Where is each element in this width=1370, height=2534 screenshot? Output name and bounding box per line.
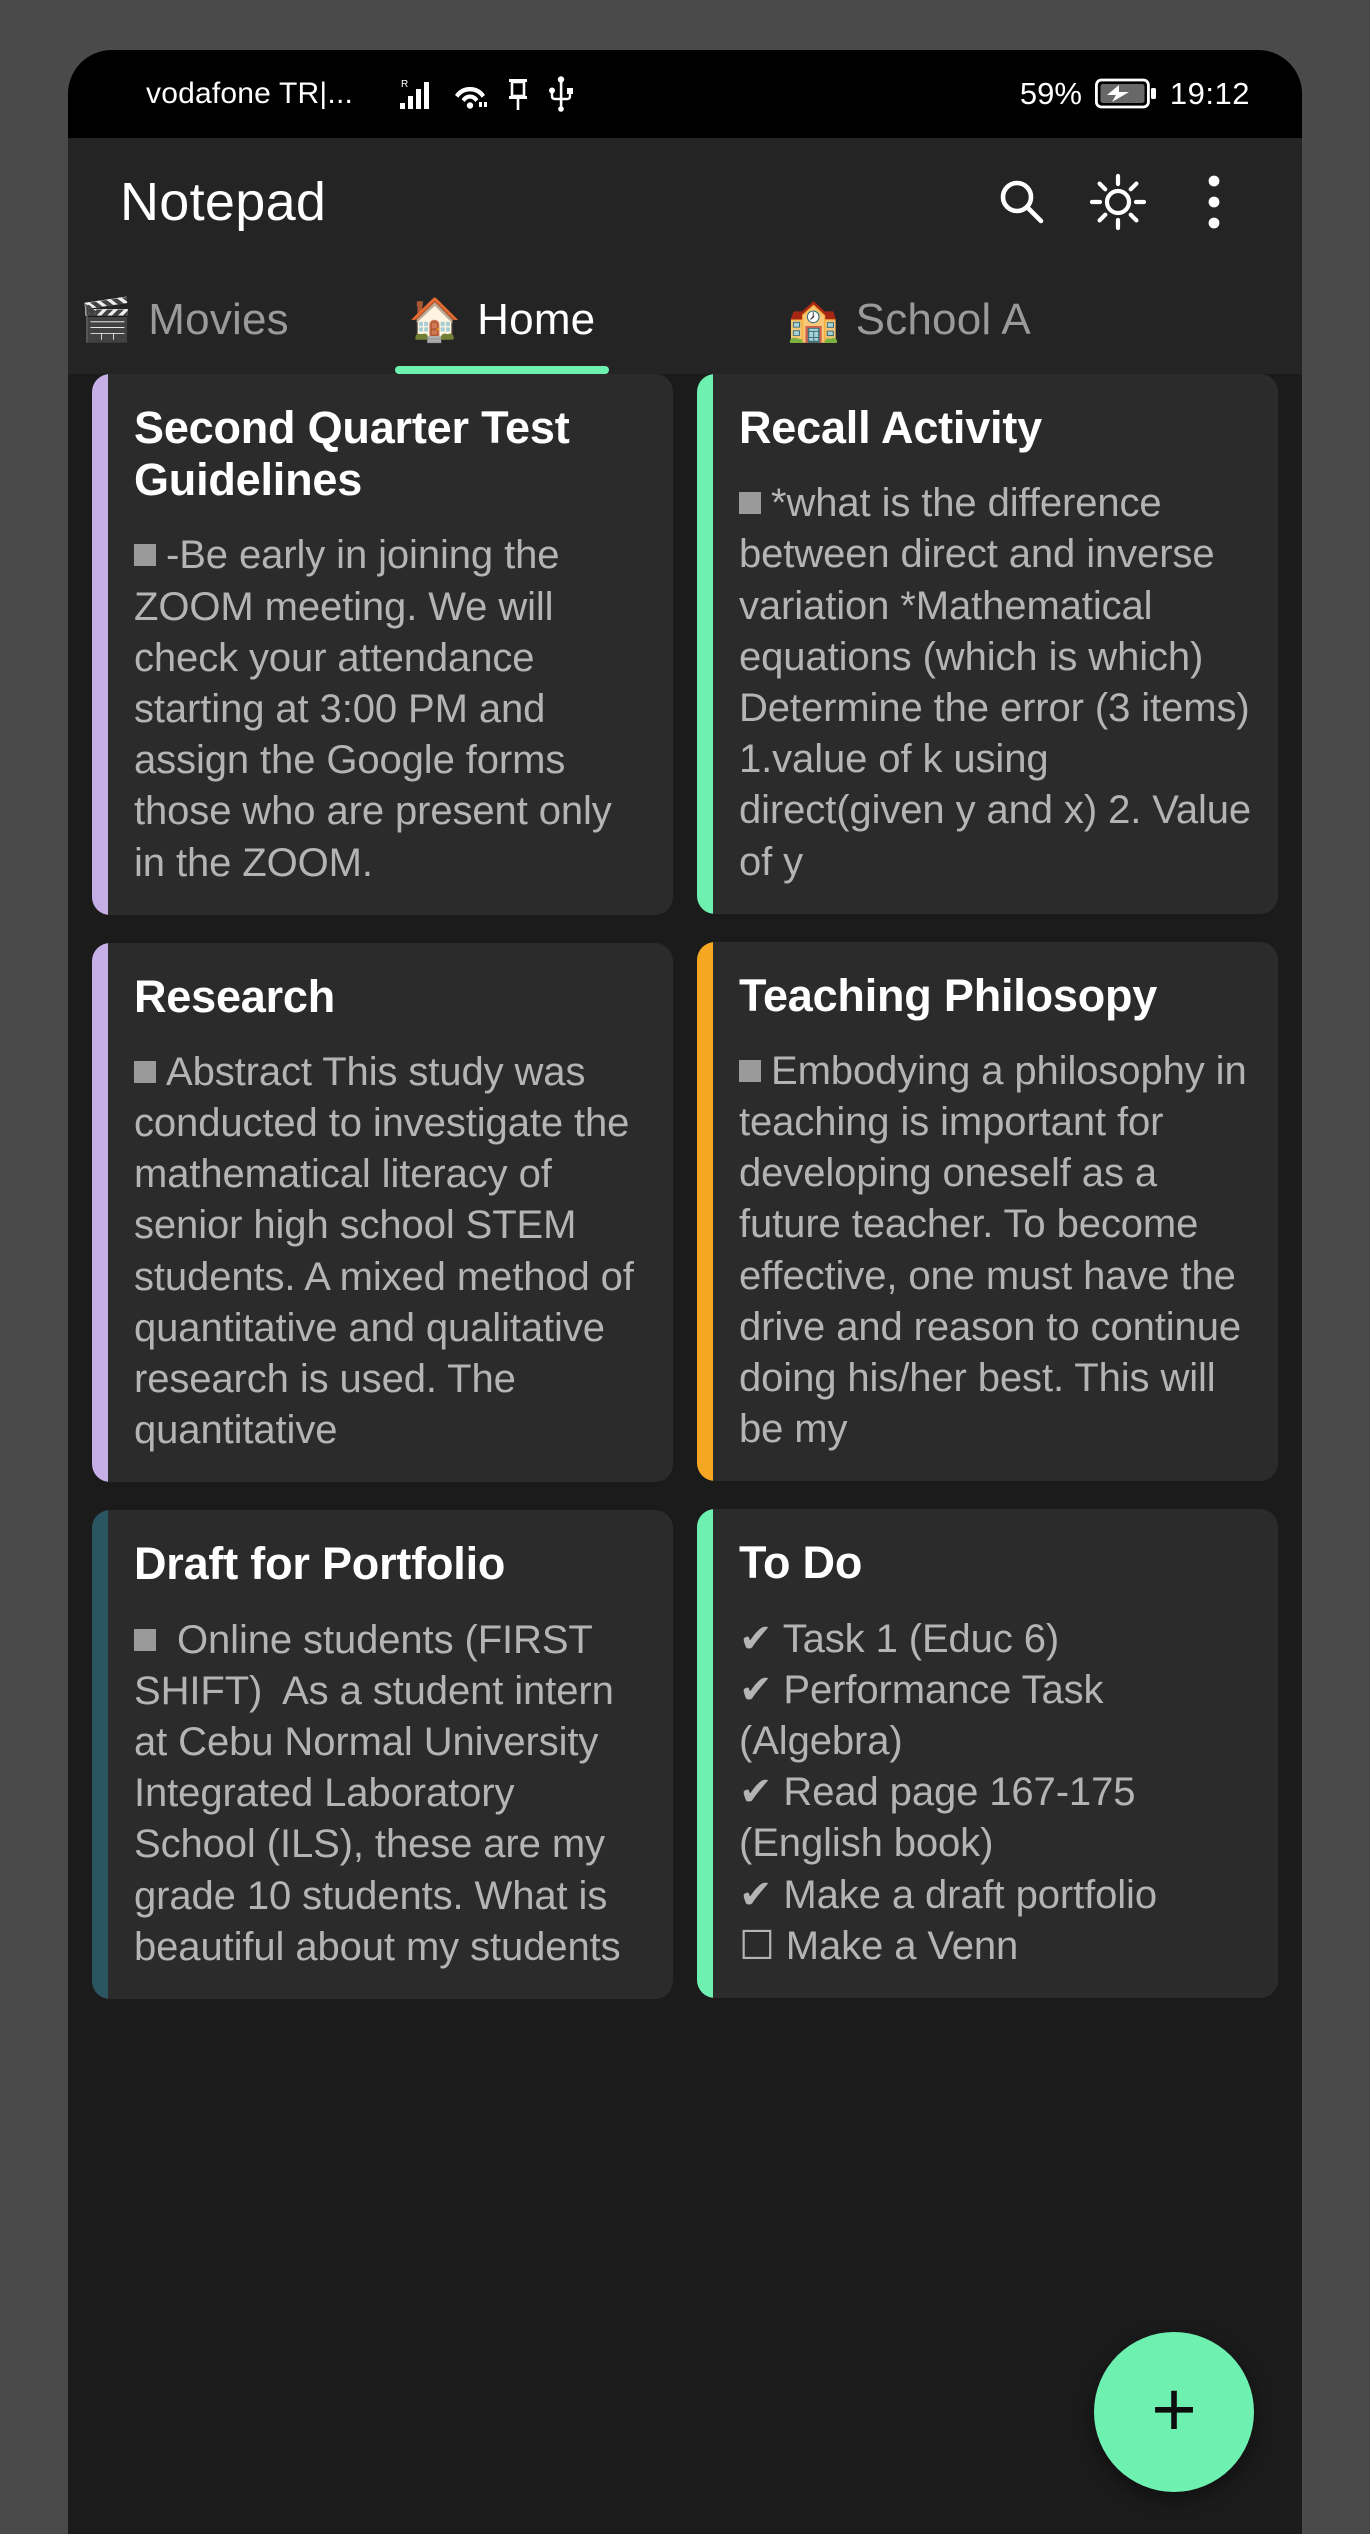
svg-text:R: R bbox=[401, 79, 408, 90]
note-card[interactable]: Teaching Philosopy Embodying a philosoph… bbox=[697, 941, 1278, 1482]
note-title: Research bbox=[134, 970, 336, 1022]
signal-bars-roaming-icon: R bbox=[400, 79, 430, 109]
overflow-menu-button[interactable] bbox=[1166, 154, 1262, 250]
note-preview-text: Online students (FIRST SHIFT) As a stude… bbox=[134, 1617, 625, 1969]
battery-charging-icon bbox=[1094, 78, 1156, 109]
note-card[interactable]: To Do ✔ Task 1 (Educ 6) ✔ Performance Ta… bbox=[697, 1509, 1278, 1998]
note-card[interactable]: Recall Activity *what is the difference … bbox=[697, 374, 1278, 914]
status-bar-icons: R bbox=[399, 76, 575, 112]
tab-home[interactable]: 🏠 Home bbox=[383, 266, 621, 374]
note-accent-bar bbox=[697, 374, 713, 914]
tab-school-label: School A bbox=[855, 295, 1031, 344]
note-preview-text: Embodying a philosophy in teaching is im… bbox=[739, 1048, 1258, 1452]
note-preview: Online students (FIRST SHIFT) As a stude… bbox=[134, 1615, 647, 1973]
note-preview: Abstract This study was conducted to inv… bbox=[134, 1047, 647, 1457]
brightness-button[interactable] bbox=[1070, 154, 1166, 250]
note-title: Draft for Portfolio bbox=[134, 1538, 506, 1590]
note-card[interactable]: Second Quarter Test Guidelines -Be early… bbox=[92, 374, 673, 915]
search-icon bbox=[1000, 180, 1044, 224]
overflow-menu-icon bbox=[1208, 175, 1220, 229]
bullet-icon bbox=[134, 544, 156, 567]
note-title: Teaching Philosopy bbox=[739, 969, 1158, 1021]
bullet-icon bbox=[739, 492, 761, 515]
tab-movies-label: Movies bbox=[148, 295, 289, 344]
tab-movies[interactable]: 🎬 Movies bbox=[68, 266, 315, 374]
clock-label: 19:12 bbox=[1169, 76, 1250, 111]
status-bar-right: 59% 19:12 bbox=[1020, 76, 1250, 112]
note-card[interactable]: Research Abstract This study was conduct… bbox=[92, 942, 673, 1483]
note-accent-bar bbox=[697, 941, 713, 1482]
note-preview: -Be early in joining the ZOOM meeting. W… bbox=[134, 530, 647, 888]
phone-screen: vodafone TR|... R 59% 19:12 Notepad 🎬 Mo… bbox=[68, 50, 1302, 2534]
note-preview: Embodying a philosophy in teaching is im… bbox=[739, 1046, 1252, 1456]
tab-school[interactable]: 🏫 School A bbox=[761, 266, 1057, 374]
note-accent-bar bbox=[92, 1510, 108, 1999]
note-accent-bar bbox=[697, 1509, 713, 1998]
note-preview-text: -Be early in joining the ZOOM meeting. W… bbox=[134, 533, 623, 885]
note-preview-text: Abstract This study was conducted to inv… bbox=[134, 1049, 645, 1453]
tab-bar[interactable]: 🎬 Movies 🏠 Home 🏫 School A bbox=[68, 266, 1302, 374]
status-bar-left: vodafone TR|... R bbox=[146, 76, 575, 112]
bullet-icon bbox=[134, 1628, 156, 1651]
status-bar: vodafone TR|... R 59% 19:12 bbox=[68, 50, 1302, 138]
pin-icon bbox=[509, 79, 528, 110]
notes-column-right: Recall Activity *what is the difference … bbox=[697, 374, 1278, 1999]
note-accent-bar bbox=[92, 942, 108, 1483]
movies-icon: 🎬 bbox=[80, 296, 133, 343]
note-title: Recall Activity bbox=[739, 402, 1042, 453]
search-button[interactable] bbox=[974, 154, 1070, 250]
note-preview: ✔ Task 1 (Educ 6) ✔ Performance Task (Al… bbox=[739, 1616, 1157, 1968]
tab-home-label: Home bbox=[477, 295, 596, 344]
note-preview: *what is the difference between direct a… bbox=[739, 478, 1252, 888]
wifi-icon bbox=[455, 86, 488, 109]
usb-icon bbox=[549, 76, 574, 112]
school-icon: 🏫 bbox=[787, 296, 840, 343]
carrier-label: vodafone TR|... bbox=[146, 77, 354, 110]
battery-percent-label: 59% bbox=[1019, 76, 1082, 111]
page-title: Notepad bbox=[120, 172, 327, 232]
note-title: Second Quarter Test Guidelines bbox=[134, 402, 570, 506]
notes-column-left: Second Quarter Test Guidelines -Be early… bbox=[92, 374, 673, 1999]
note-card[interactable]: Draft for Portfolio Online students (FIR… bbox=[92, 1510, 673, 1999]
notes-list[interactable]: Second Quarter Test Guidelines -Be early… bbox=[68, 374, 1302, 2534]
app-bar: Notepad bbox=[68, 138, 1302, 266]
note-title: To Do bbox=[739, 1537, 863, 1589]
bullet-icon bbox=[134, 1060, 156, 1083]
bullet-icon bbox=[739, 1059, 761, 1082]
notes-grid: Second Quarter Test Guidelines -Be early… bbox=[92, 374, 1278, 1999]
add-note-fab[interactable]: + bbox=[1094, 2332, 1254, 2492]
note-accent-bar bbox=[92, 374, 108, 915]
home-icon: 🏠 bbox=[408, 296, 462, 343]
brightness-icon bbox=[1089, 173, 1147, 231]
tab-active-indicator bbox=[394, 366, 610, 374]
note-preview-text: *what is the difference between direct a… bbox=[739, 481, 1263, 884]
plus-icon: + bbox=[1151, 2365, 1197, 2453]
